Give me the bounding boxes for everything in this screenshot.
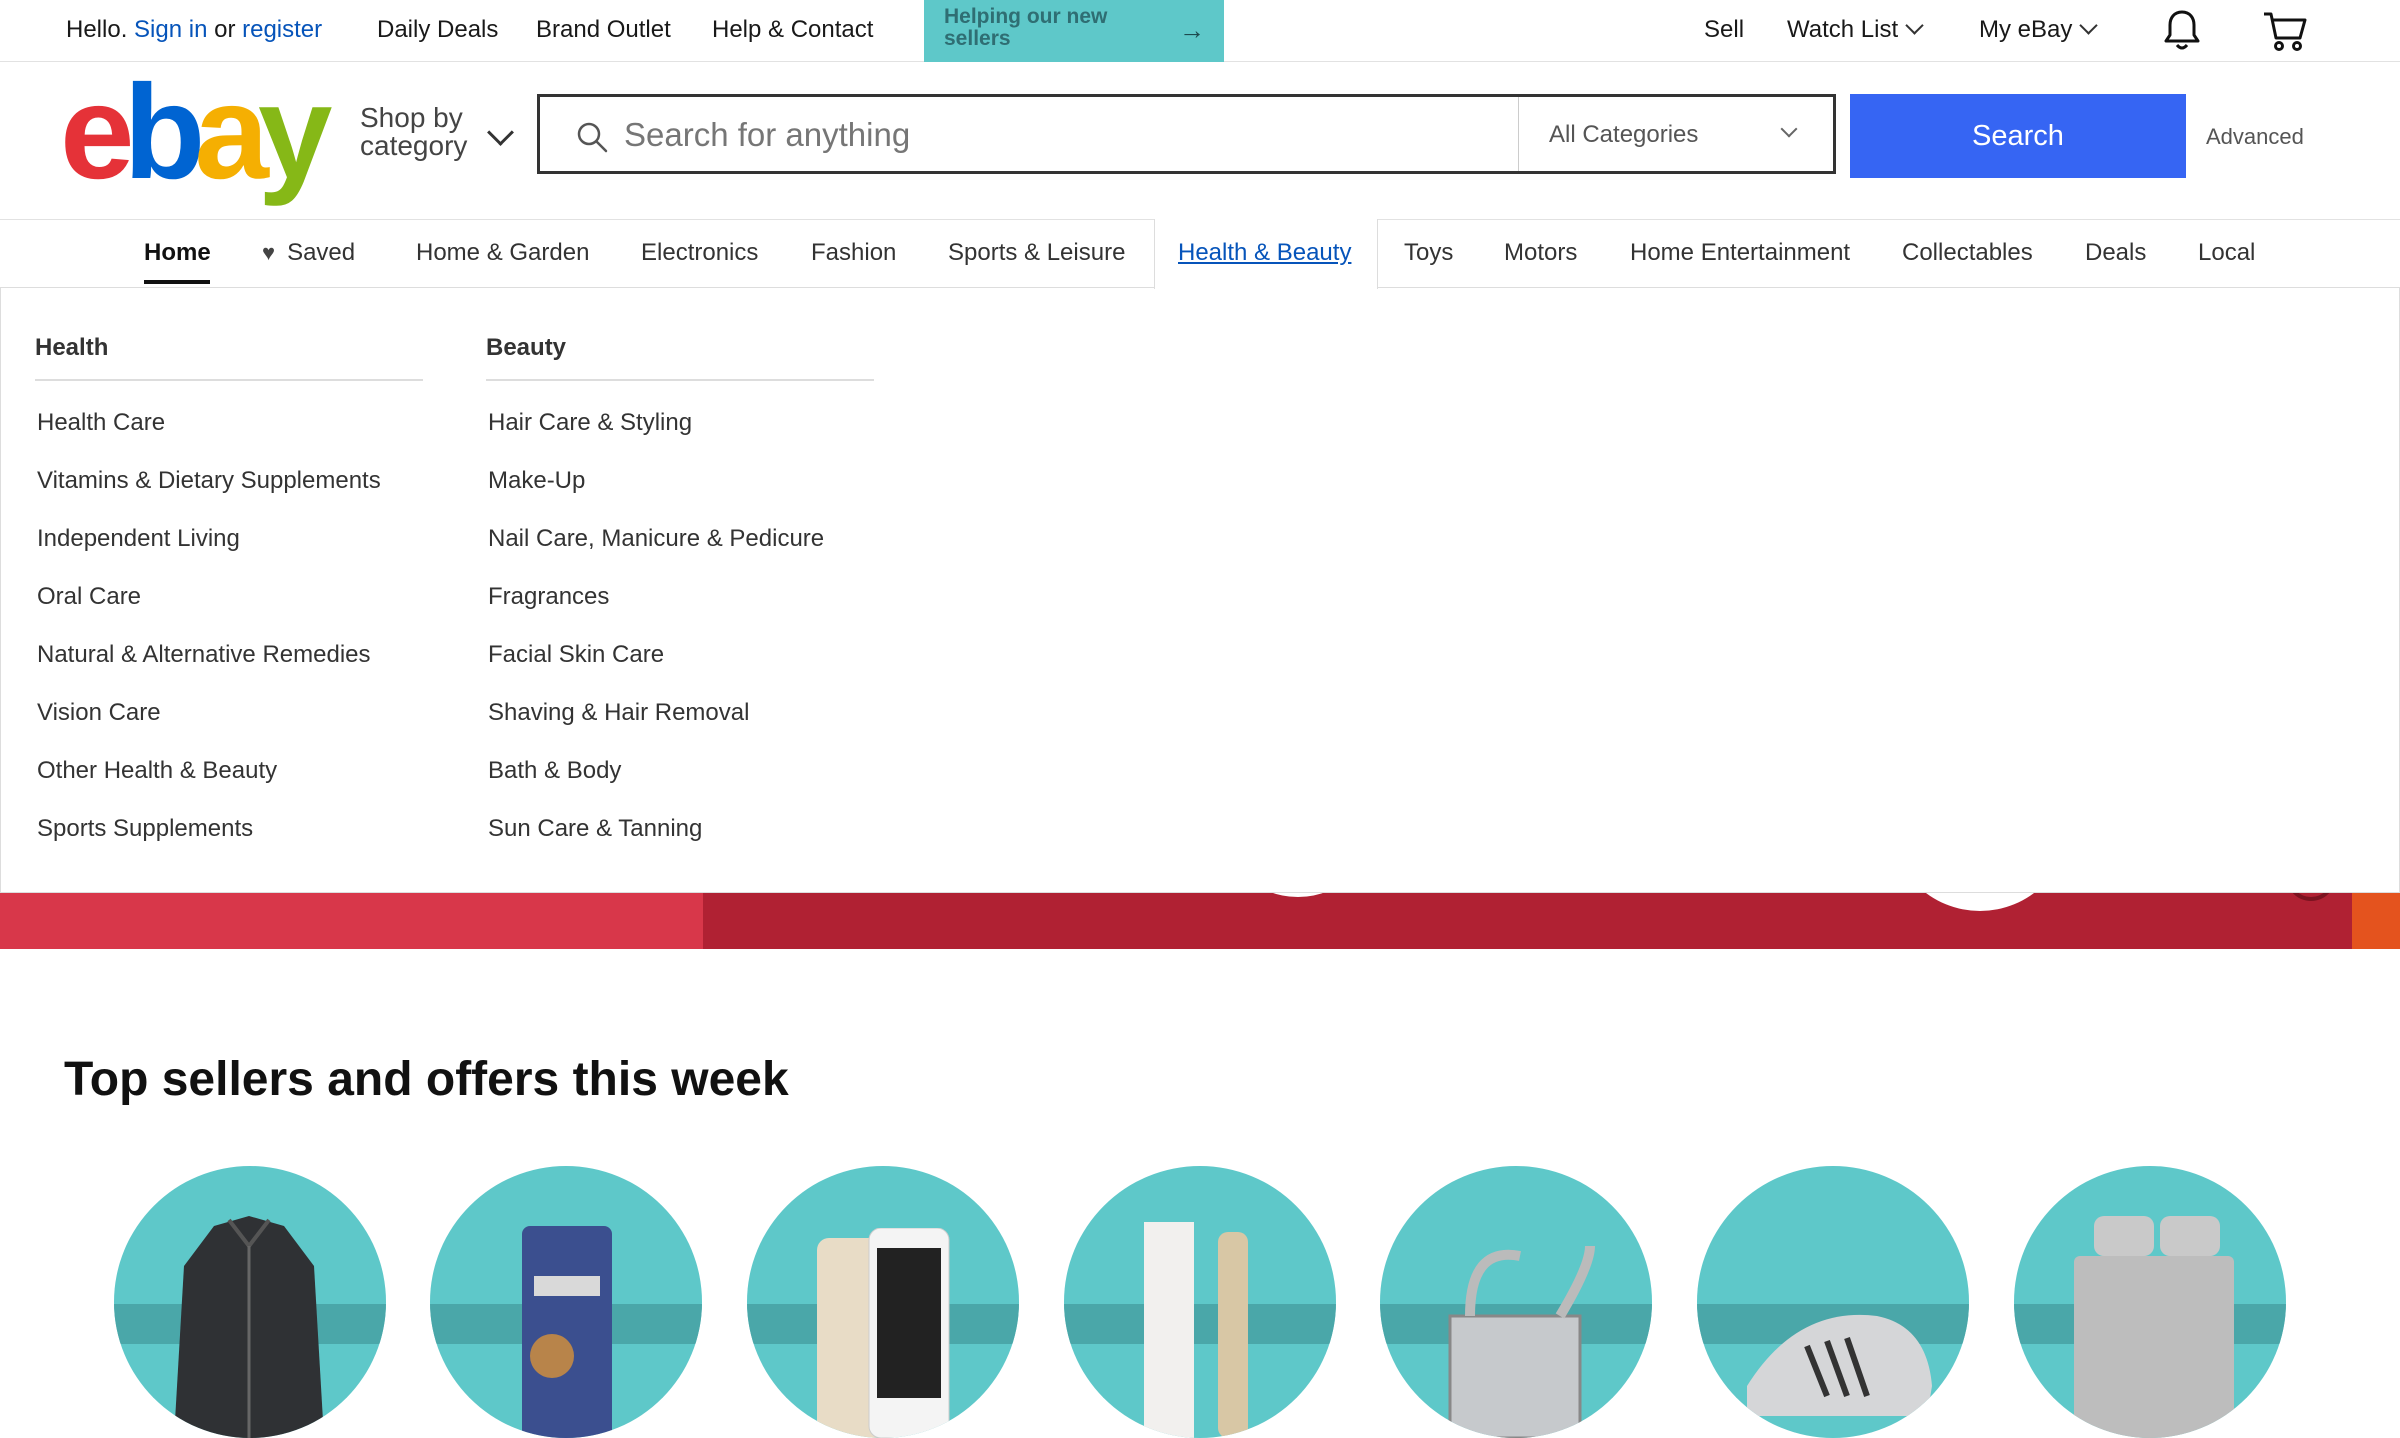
greeting-text: Hello. [66,16,128,43]
jacket-image [174,1216,324,1438]
watch-list-label: Watch List [1787,16,1899,43]
health-link[interactable]: Vision Care [37,699,161,727]
bedding-image [2074,1216,2234,1438]
offer-circle-jacket[interactable] [114,1166,386,1438]
daily-deals-link[interactable]: Daily Deals [377,14,498,46]
nav-electronics[interactable]: Electronics [641,239,758,267]
category-nav-items: Home ♥ Saved Home & Garden Electronics Fa… [0,219,2400,287]
top-utility-bar: Hello. Sign in or register Daily Deals B… [0,0,2400,62]
beauty-link[interactable]: Fragrances [488,583,609,611]
health-link[interactable]: Other Health & Beauty [37,757,277,785]
banner-right-panel [2352,891,2400,949]
nav-health-beauty[interactable]: Health & Beauty [1178,239,1351,267]
category-select-value: All Categories [1549,121,1699,148]
ebay-logo[interactable]: ebay [60,58,332,207]
notification-bell-icon[interactable] [2163,8,2201,57]
nav-fashion[interactable]: Fashion [811,239,896,267]
my-ebay-label: My eBay [1979,16,2073,43]
heart-icon: ♥ [262,240,276,265]
sell-link[interactable]: Sell [1704,14,1744,46]
chevron-down-icon [1905,16,1924,35]
beauty-link[interactable]: Bath & Body [488,757,621,785]
nav-toys[interactable]: Toys [1404,239,1453,267]
beauty-link[interactable]: Nail Care, Manicure & Pedicure [488,525,824,553]
health-link[interactable]: Vitamins & Dietary Supplements [37,467,381,495]
nav-saved-label: Saved [287,239,356,266]
help-contact-link[interactable]: Help & Contact [712,14,873,46]
my-ebay-menu[interactable]: My eBay [1979,14,2099,46]
offer-circle-sneakers[interactable] [1697,1166,1969,1438]
search-button-label: Search [1972,120,2064,152]
offer-circle-dog-treats[interactable] [430,1166,702,1438]
beauty-link[interactable]: Sun Care & Tanning [488,815,702,843]
offer-circle-bedding[interactable] [2014,1166,2286,1438]
beauty-column-title: Beauty [486,334,567,361]
nav-motors[interactable]: Motors [1504,239,1577,267]
health-link[interactable]: Sports Supplements [37,815,253,843]
search-input[interactable] [622,111,1526,159]
radiator-image [1448,1245,1595,1438]
search-bar: All Categories [537,94,1836,174]
health-link[interactable]: Natural & Alternative Remedies [37,641,371,669]
home-tab-underline [144,280,210,284]
logo-letter-e: e [60,58,134,207]
beauty-link[interactable]: Make-Up [488,467,585,495]
health-column-divider [35,379,423,381]
cosmetics-image [1144,1222,1248,1438]
offer-circle-cosmetics[interactable] [1064,1166,1336,1438]
chevron-down-icon [2079,16,2099,35]
health-link[interactable]: Health Care [37,409,165,437]
nav-sports-leisure[interactable]: Sports & Leisure [948,239,1125,267]
nav-deals[interactable]: Deals [2085,239,2146,267]
brand-outlet-link[interactable]: Brand Outlet [536,14,671,46]
health-link[interactable]: Oral Care [37,583,141,611]
shop-by-category-label: Shop by category [360,104,467,160]
nav-collectables[interactable]: Collectables [1902,239,2033,267]
chevron-down-icon [1780,120,1798,138]
watch-list-menu[interactable]: Watch List [1787,14,1924,46]
search-icon [576,121,608,158]
sneakers-image [1747,1314,1932,1416]
shop-by-text: Shop by [360,102,463,133]
banner-left-panel [0,891,703,949]
greeting: Hello. Sign in or register [66,14,322,46]
arrow-right-icon: → [1179,15,1205,45]
cart-icon[interactable] [2262,10,2308,57]
offer-circle-radiator[interactable] [1380,1166,1652,1438]
health-link[interactable]: Independent Living [37,525,240,553]
beauty-link[interactable]: Facial Skin Care [488,641,664,669]
section-title: Top sellers and offers this week [64,1053,789,1106]
nav-local[interactable]: Local [2198,239,2255,267]
new-sellers-promo-banner[interactable]: Helping our new sellers → [924,0,1224,62]
nav-home-garden[interactable]: Home & Garden [416,239,589,267]
search-button[interactable]: Search [1850,94,2186,178]
or-text: or [214,16,236,43]
beauty-link[interactable]: Hair Care & Styling [488,409,692,437]
chevron-down-icon [487,119,514,146]
health-beauty-dropdown: Health Health Care Vitamins & Dietary Su… [0,287,2400,893]
nav-home[interactable]: Home [144,239,211,267]
beauty-column-divider [486,379,874,381]
promo-text: Helping our new sellers [944,5,1108,50]
phones-image [817,1228,950,1438]
beauty-link[interactable]: Shaving & Hair Removal [488,699,749,727]
health-column-title: Health [35,334,109,361]
category-text: category [360,130,468,161]
hero-banner[interactable] [0,891,2400,949]
dog-treats-image [522,1226,612,1438]
register-link[interactable]: register [242,16,322,43]
offer-circle-phones[interactable] [747,1166,1019,1438]
banner-product-image [1890,891,2070,911]
logo-letter-b: b [123,58,206,207]
logo-letter-y: y [257,58,332,207]
logo-letter-a: a [194,58,268,207]
category-select[interactable]: All Categories [1518,97,1837,171]
sign-in-link[interactable]: Sign in [134,16,207,43]
nav-home-entertainment[interactable]: Home Entertainment [1630,239,1850,267]
advanced-search-link[interactable]: Advanced [2206,124,2304,150]
nav-saved[interactable]: ♥ Saved [262,239,355,267]
